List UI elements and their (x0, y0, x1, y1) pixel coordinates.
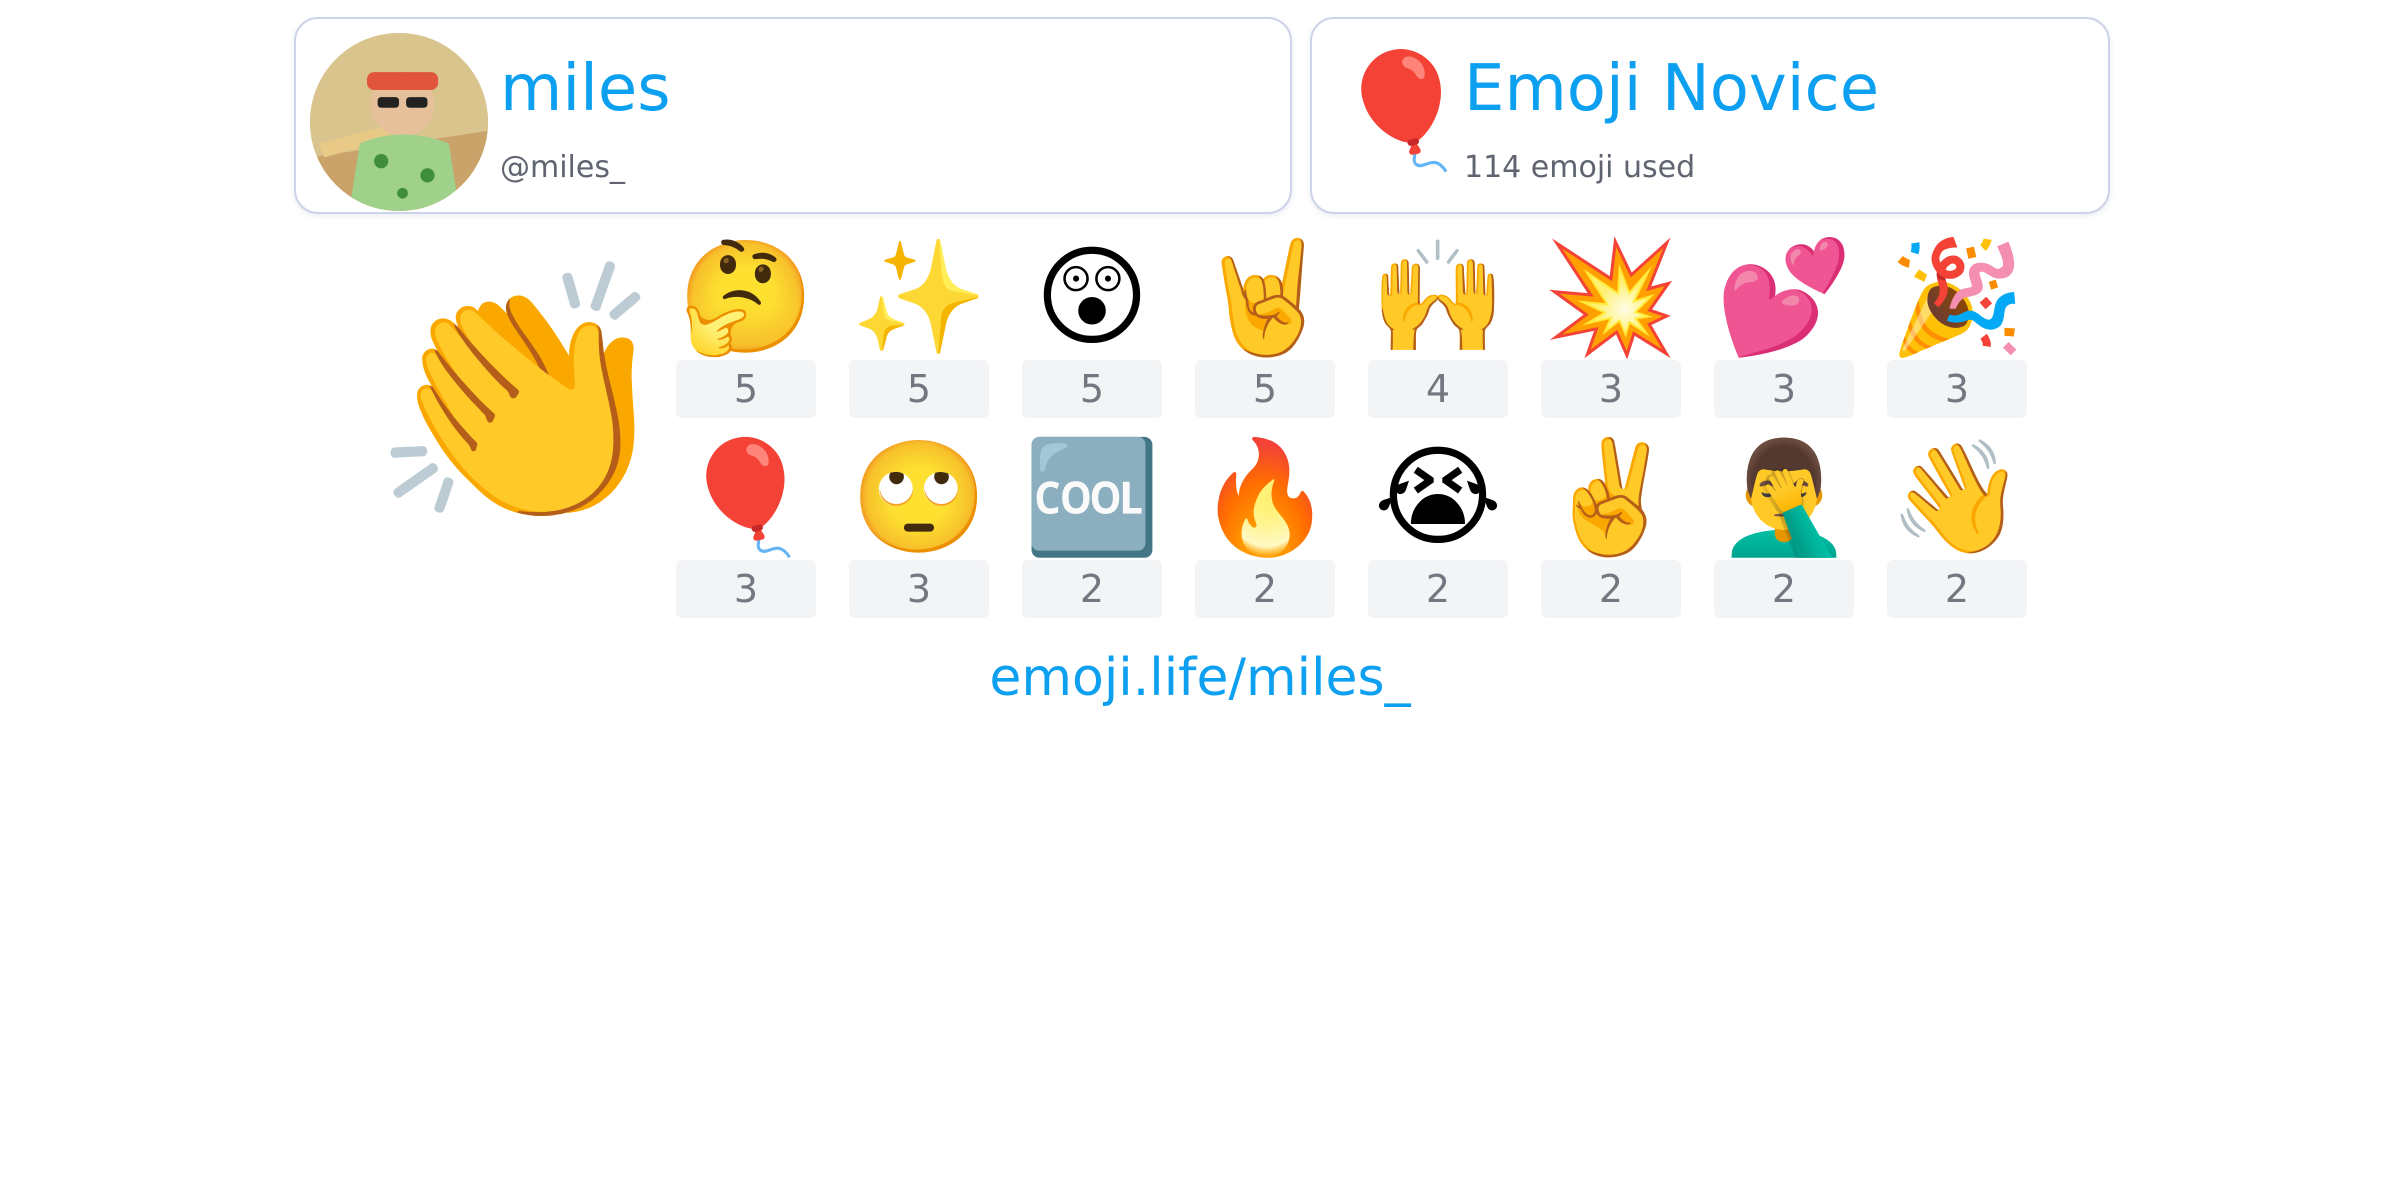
emoji-glyph-icon: 😲 (1034, 233, 1150, 361)
badge-title: Emoji Novice (1464, 52, 1880, 126)
emoji-stat-item[interactable]: 😭 2 (1368, 436, 1508, 626)
emoji-glyph-icon: 💕 (1715, 233, 1853, 361)
badge-card: 🎈 Emoji Novice 114 emoji used (1310, 17, 2110, 214)
emoji-stat-item[interactable]: 💕 3 (1714, 236, 1854, 426)
profile-link[interactable]: emoji.life/miles_ (0, 652, 2400, 704)
emoji-stat-item[interactable]: 💥 3 (1541, 236, 1681, 426)
emoji-glyph-icon: 👋 (1888, 433, 2026, 561)
emoji-stat-item[interactable]: 🤘 5 (1195, 236, 1335, 426)
username: miles (500, 52, 671, 126)
emoji-stat-item[interactable]: ✌️ 2 (1541, 436, 1681, 626)
emoji-glyph-icon: 🎈 (677, 433, 815, 561)
profile-card: miles @miles_ (294, 17, 1292, 214)
emoji-glyph-icon: 🤦‍♂️ (1715, 433, 1853, 561)
emoji-count: 3 (1541, 360, 1681, 418)
emoji-glyph-icon: 😭 (1373, 433, 1503, 561)
emoji-glyph-icon: 🤔 (677, 233, 815, 361)
emoji-count: 3 (1714, 360, 1854, 418)
emoji-glyph-icon: 💥 (1542, 233, 1680, 361)
emoji-count: 5 (676, 360, 816, 418)
emoji-stat-item[interactable]: 😲 5 (1022, 236, 1162, 426)
emoji-count: 2 (1022, 560, 1162, 618)
emoji-count: 2 (1541, 560, 1681, 618)
emoji-stats-grid: 🤔 5 ✨ 5 😲 5 🤘 5 🙌 4 💥 3 💕 3 🎉 3 🎈 3 🙄 3 🆒 2 🔥 2 😭 2 ✌️ 2 🤦‍♂️ 2 👋 2 (676, 236, 2036, 626)
emoji-stat-item[interactable]: ✨ 5 (849, 236, 989, 426)
emoji-glyph-icon: ✨ (850, 233, 988, 361)
emoji-count: 3 (676, 560, 816, 618)
emoji-glyph-icon: 🙄 (850, 433, 988, 561)
user-handle: @miles_ (500, 150, 625, 185)
emoji-stat-item[interactable]: 🔥 2 (1195, 436, 1335, 626)
emoji-count: 3 (849, 560, 989, 618)
emoji-glyph-icon: 🙌 (1369, 233, 1507, 361)
emoji-glyph-icon: ✌️ (1542, 433, 1680, 561)
emoji-stat-item[interactable]: 👋 2 (1887, 436, 2027, 626)
emoji-count: 4 (1368, 360, 1508, 418)
emoji-stat-item[interactable]: 🙄 3 (849, 436, 989, 626)
emoji-count: 2 (1195, 560, 1335, 618)
emoji-glyph-icon: 🔥 (1196, 433, 1334, 561)
balloon-icon: 🎈 (1332, 46, 1472, 176)
emoji-stat-item[interactable]: 🎉 3 (1887, 236, 2027, 426)
emoji-count: 5 (1022, 360, 1162, 418)
emoji-count: 2 (1714, 560, 1854, 618)
emoji-count: 3 (1887, 360, 2027, 418)
emoji-stat-item[interactable]: 🤦‍♂️ 2 (1714, 436, 1854, 626)
emoji-stat-item[interactable]: 🤔 5 (676, 236, 816, 426)
avatar-cartoon-man-icon (310, 33, 488, 211)
emoji-count: 2 (1368, 560, 1508, 618)
clapping-hands-icon: 👏 (368, 251, 680, 542)
emoji-count: 5 (1195, 360, 1335, 418)
avatar[interactable] (310, 33, 488, 211)
emoji-stat-item[interactable]: 🎈 3 (676, 436, 816, 626)
emoji-stat-item[interactable]: 🆒 2 (1022, 436, 1162, 626)
emoji-glyph-icon: 🤘 (1196, 233, 1334, 361)
emoji-count: 5 (849, 360, 989, 418)
emoji-count: 2 (1887, 560, 2027, 618)
emoji-glyph-icon: 🎉 (1888, 233, 2026, 361)
emoji-used-count: 114 emoji used (1464, 150, 1696, 185)
emoji-stat-item[interactable]: 🙌 4 (1368, 236, 1508, 426)
emoji-glyph-icon: 🆒 (1023, 433, 1161, 561)
